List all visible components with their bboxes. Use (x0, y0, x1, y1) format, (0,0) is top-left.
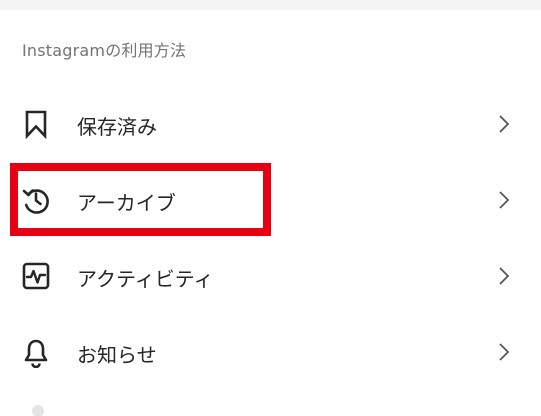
menu-item-label: 保存済み (77, 115, 157, 139)
activity-icon (20, 260, 52, 292)
section-title: Instagramの利用方法 (22, 41, 187, 60)
chevron-right-icon (492, 264, 516, 288)
menu-item-notifications[interactable]: お知らせ (0, 320, 541, 384)
chevron-right-icon (492, 340, 516, 364)
bell-icon (20, 336, 52, 368)
settings-screen: Instagramの利用方法 保存済み アーカイブ アクティビティ お知らせ (0, 0, 541, 416)
menu-item-activity[interactable]: アクティビティ (0, 244, 541, 308)
chevron-right-icon (492, 188, 516, 212)
highlight-annotation (10, 163, 271, 236)
menu-item-label: お知らせ (77, 343, 157, 367)
next-item-icon-partial (32, 405, 44, 416)
bookmark-icon (20, 108, 52, 140)
chevron-right-icon (492, 112, 516, 136)
menu-item-saved[interactable]: 保存済み (0, 92, 541, 156)
top-divider (0, 0, 541, 10)
menu-item-label: アクティビティ (77, 267, 214, 291)
